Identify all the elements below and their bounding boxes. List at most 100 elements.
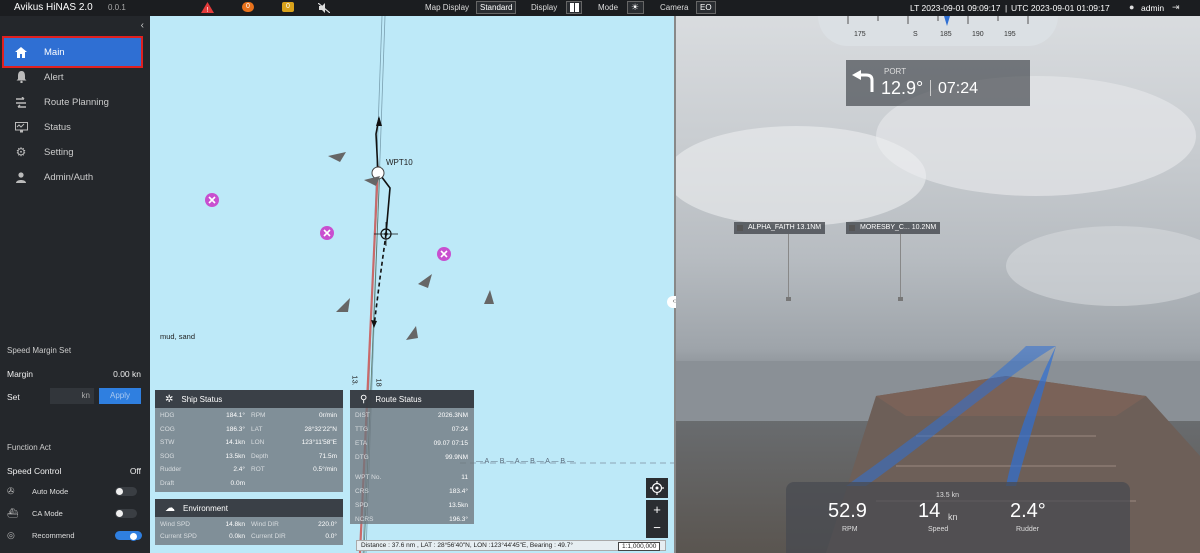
sidebar-item-label: Setting	[44, 146, 74, 158]
danger-mark[interactable]	[205, 193, 219, 207]
warning-alarm-icon[interactable]: !	[201, 2, 214, 13]
next-turn-indicator: PORT 12.9° 07:24	[846, 60, 1030, 106]
danger-mark[interactable]	[437, 247, 451, 261]
sidebar-item-admin-auth[interactable]: Admin/Auth	[4, 163, 141, 191]
yellow-alarm-count[interactable]: 0	[282, 2, 294, 12]
route-status-key: TTG	[355, 426, 368, 433]
waypoint-label: WPT10	[386, 158, 413, 167]
environment-header: ☁ Environment	[155, 499, 343, 517]
compass-tick-label: S	[913, 31, 918, 38]
ship-wheel-icon: ✲	[165, 393, 174, 405]
route-status-header: ⚲ Route Status	[350, 390, 474, 408]
turn-left-arrow-icon	[852, 70, 874, 92]
ais-target[interactable]	[336, 298, 350, 312]
ca-mode-label: CA Mode	[32, 508, 63, 518]
bell-icon	[14, 70, 28, 84]
ship-status-value: 123°11'58"E	[301, 439, 337, 446]
route-status-key: WPT No.	[355, 474, 382, 481]
user-icon: ●	[1129, 2, 1135, 12]
nautical-chart-map[interactable]: WPT10 mud, sand 13. 18 — A — B — A — B —…	[150, 16, 676, 553]
locate-ship-button[interactable]	[646, 478, 668, 498]
route-status-key: ETA	[355, 440, 368, 447]
gear-icon: ⚙	[15, 145, 27, 159]
compass-tick-label: 195	[1004, 31, 1016, 38]
route-status-key: SPD	[355, 502, 369, 509]
ship-status-value: 71.5m	[318, 452, 337, 460]
navigation-hud: 52.9 RPM 13.5 kn 14 kn Speed 2.4° Rudder	[786, 482, 1130, 553]
apply-button[interactable]: Apply	[99, 388, 141, 404]
ship-status-value: 13.5kn	[225, 452, 245, 460]
sidebar-item-label: Status	[44, 121, 71, 133]
sidebar-item-route-planning[interactable]: Route Planning	[4, 88, 141, 116]
target-leader-line	[788, 234, 789, 298]
ship-status-title: Ship Status	[181, 394, 223, 404]
cloud-icon: ☁	[165, 502, 175, 514]
compass-ticks	[847, 16, 1029, 26]
logout-icon[interactable]: ⇥	[1172, 2, 1180, 13]
ais-target-label[interactable]: ALPHA_FAITH 13.1NM	[734, 222, 826, 234]
ship-status-header: ✲ Ship Status	[155, 390, 343, 408]
map-display-select[interactable]: Standard	[476, 1, 517, 14]
split-view-icon	[570, 3, 579, 12]
environment-key: Wind DIR	[251, 521, 279, 528]
sun-icon: ☀	[631, 2, 640, 12]
camera-label: Camera	[660, 3, 689, 12]
display-label: Display	[531, 3, 558, 12]
danger-mark[interactable]	[320, 226, 334, 240]
environment-value: 0.0°	[325, 533, 337, 540]
ais-target[interactable]	[406, 326, 418, 340]
rudder-label: Rudder	[1016, 526, 1039, 533]
ais-target[interactable]	[418, 274, 432, 288]
auto-mode-toggle[interactable]	[115, 486, 137, 496]
ship-status-key: STW	[160, 439, 175, 446]
orange-alarm-count[interactable]: 0	[242, 2, 254, 12]
route-status-value: 07:24	[451, 426, 468, 433]
ship-status-key: COG	[160, 425, 175, 433]
function-act-title: Function Act	[7, 443, 52, 452]
mode-button[interactable]: ☀	[627, 1, 644, 14]
camera-view[interactable]: 175 S 185 190 195 PORT 12.9° 07:24 ALPHA…	[676, 16, 1200, 553]
ship-status-key: HDG	[160, 412, 175, 419]
ais-target-label[interactable]: MORESBY_C... 10.2NM	[846, 222, 941, 234]
route-arrow-south	[371, 320, 377, 328]
utc-time: UTC 2023-09-01 01:09:17	[1011, 3, 1110, 13]
sidebar-item-setting[interactable]: ⚙ Setting	[4, 138, 141, 166]
user-name[interactable]: admin	[1141, 3, 1164, 13]
speed-unit: kn	[948, 512, 958, 522]
sidebar-item-status[interactable]: Status	[4, 113, 141, 141]
target-leader-line	[900, 234, 901, 298]
target-anchor	[786, 297, 791, 301]
scale-ratio: 1:1,000,000	[618, 542, 661, 551]
recommend-label: Recommend	[32, 530, 75, 540]
collapse-sidebar-icon[interactable]: ‹	[141, 20, 144, 31]
ais-target[interactable]	[328, 152, 346, 162]
mode-label: Mode	[598, 3, 619, 12]
route-status-value: 2026.3NM	[438, 412, 468, 419]
speed-set-input[interactable]: kn	[50, 388, 94, 404]
environment-title: Environment	[183, 503, 228, 513]
boundary-marks: — A — B — A — B — A — B —	[476, 458, 575, 465]
sidebar-item-main[interactable]: Main	[2, 36, 143, 68]
ship-status-value: 0r/min	[318, 412, 337, 419]
ca-mode-toggle[interactable]	[115, 508, 137, 518]
ship-status-value: 0.0m	[230, 479, 245, 487]
mute-icon[interactable]	[318, 3, 330, 13]
heading-pointer	[944, 16, 950, 26]
zoom-in-button[interactable]: +	[646, 500, 668, 520]
crosshair-icon	[650, 481, 664, 495]
ship-status-panel: ✲ Ship Status HDG 184.1° RPM 0r/min COG 186.3…	[155, 390, 343, 492]
camera-select[interactable]: EO	[696, 1, 716, 14]
ais-target[interactable]	[484, 290, 494, 304]
target-anchor	[898, 297, 903, 301]
ship-status-value: 186.3°	[226, 425, 245, 433]
rpm-value: 52.9	[828, 500, 867, 522]
recommend-toggle[interactable]	[115, 530, 142, 541]
auto-mode-row: ✇ Auto Mode	[7, 484, 137, 498]
margin-value: 0.00 kn	[113, 369, 141, 379]
zoom-out-button[interactable]: −	[646, 518, 668, 538]
display-split-button[interactable]	[566, 1, 582, 14]
ship-status-value: 0.5°/min	[313, 466, 337, 473]
ship-status-key: Rudder	[160, 466, 182, 473]
recommend-row: ◎ Recommend	[7, 528, 142, 542]
sidebar-item-alert[interactable]: Alert	[4, 63, 141, 91]
